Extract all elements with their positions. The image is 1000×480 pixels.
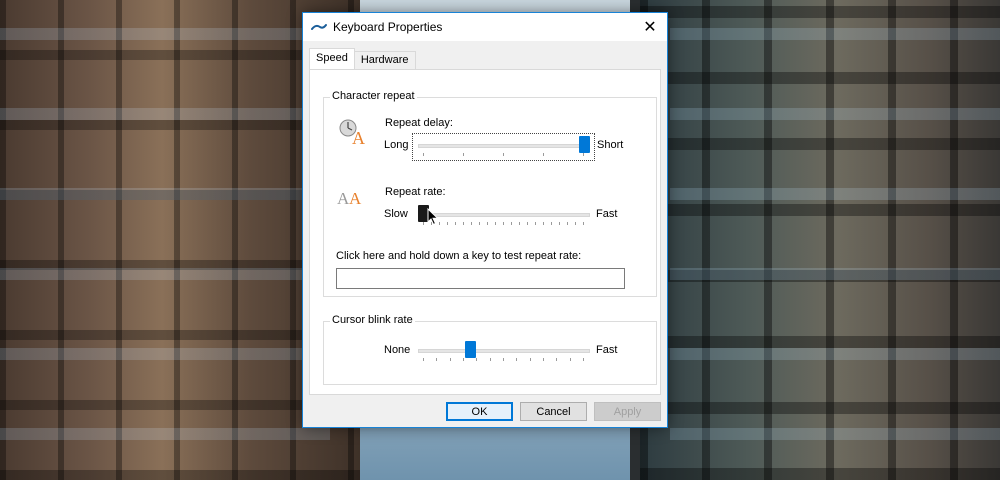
slider-tick [569, 358, 571, 361]
repeat-rate-label: Repeat rate: [385, 186, 446, 198]
ok-button[interactable]: OK [446, 402, 513, 421]
mouse-pointer-icon [427, 207, 439, 229]
slider-tick [463, 153, 464, 156]
svg-text:A: A [349, 189, 362, 208]
slider-tick [471, 222, 472, 225]
slider-tick [556, 358, 558, 361]
slider-tick [487, 222, 488, 225]
slider-tick [489, 358, 491, 361]
keyboard-properties-dialog: Keyboard Properties ✕ Speed Hardware Cha… [302, 12, 668, 428]
slider-tick [447, 222, 448, 225]
slider-tick [439, 222, 440, 225]
slider-tick [455, 222, 456, 225]
cursor-blink-group: Cursor blink rate None Fast [323, 314, 657, 385]
svg-text:A: A [352, 128, 365, 146]
cursor-blink-min-label: None [384, 344, 411, 356]
slider-tick [511, 222, 512, 225]
slider-tick [583, 153, 584, 156]
slider-tick [527, 222, 528, 225]
slider-tick [476, 358, 478, 361]
slider-tick [495, 222, 496, 225]
close-icon: ✕ [643, 19, 657, 36]
repeat-delay-max-label: Short [597, 139, 624, 151]
speed-tab-panel: Character repeat A Repeat delay: Long Sh… [309, 69, 661, 395]
slider-tick [575, 222, 576, 225]
cursor-blink-max-label: Fast [596, 344, 618, 356]
character-repeat-label: Character repeat [330, 90, 417, 102]
cursor-blink-track[interactable] [418, 349, 590, 353]
cursor-blink-thumb[interactable] [464, 341, 476, 358]
slider-tick [503, 153, 504, 156]
repeat-rate-track[interactable] [418, 213, 590, 217]
slider-tick [436, 358, 438, 361]
title-bar[interactable]: Keyboard Properties ✕ [303, 13, 667, 41]
repeat-rate-min-label: Slow [384, 208, 408, 220]
slider-tick [543, 153, 544, 156]
slider-tick [463, 358, 464, 361]
window-title: Keyboard Properties [333, 20, 443, 34]
slider-tick [516, 358, 518, 361]
repeat-delay-ticks [423, 153, 584, 157]
cursor-blink-label: Cursor blink rate [330, 314, 415, 326]
repeat-rate-max-label: Fast [596, 208, 618, 220]
repeat-delay-track[interactable] [418, 144, 590, 148]
keyboard-icon [311, 19, 327, 35]
repeat-delay-thumb[interactable] [579, 136, 590, 153]
slider-tick [503, 358, 504, 361]
slider-tick [519, 222, 520, 225]
repeat-rate-ticks [423, 222, 584, 226]
wallpaper-windows-right [670, 0, 1000, 480]
repeat-delay-label: Repeat delay: [385, 117, 453, 129]
wallpaper-windows-left [0, 0, 330, 480]
close-button[interactable]: ✕ [633, 13, 667, 41]
tab-strip: Speed Hardware [309, 48, 416, 69]
cursor-blink-ticks [423, 358, 584, 362]
character-repeat-group: Character repeat A Repeat delay: Long Sh… [323, 90, 657, 297]
slider-tick [583, 358, 584, 361]
slider-tick [535, 222, 536, 225]
test-repeat-label: Click here and hold down a key to test r… [336, 250, 582, 262]
slider-tick [423, 222, 424, 225]
slider-tick [551, 222, 552, 225]
slider-tick [559, 222, 560, 225]
slider-tick [479, 222, 480, 225]
slider-tick [567, 222, 568, 225]
slider-tick [529, 358, 531, 361]
slider-tick [543, 358, 544, 361]
tab-hardware[interactable]: Hardware [353, 51, 416, 69]
slider-tick [463, 222, 464, 225]
repeat-delay-min-label: Long [384, 139, 409, 151]
test-repeat-input[interactable] [336, 268, 625, 289]
cancel-button[interactable]: Cancel [520, 402, 587, 421]
slider-tick [543, 222, 544, 225]
slider-tick [503, 222, 504, 225]
slider-tick [449, 358, 451, 361]
tab-speed[interactable]: Speed [309, 48, 355, 69]
double-letter-a-icon: A A [336, 186, 368, 208]
apply-button[interactable]: Apply [594, 402, 661, 421]
slider-tick [583, 222, 584, 225]
slider-tick [423, 153, 424, 156]
clock-letter-a-icon: A [338, 118, 368, 148]
slider-tick [423, 358, 424, 361]
